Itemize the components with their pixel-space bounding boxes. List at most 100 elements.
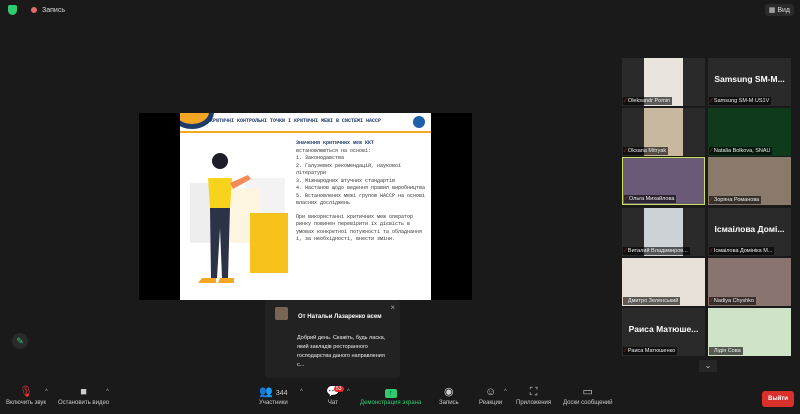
chat-notification[interactable]: От Натальи Лазаренко всем Добрий день. С… — [265, 300, 400, 378]
muted-mic-icon: ⁄ — [711, 98, 712, 104]
recording-icon — [31, 7, 37, 13]
participant-name: ⁄ Раиса Матюшенко — [623, 347, 678, 355]
chat-caret[interactable]: ^ — [347, 389, 350, 395]
participant-name-label: Natalia Bolkova, SNAU — [713, 148, 771, 154]
muted-mic-icon: ⁄ — [625, 148, 626, 154]
participant-name: ⁄ Виталий Владимиров... — [623, 247, 690, 255]
unmute-button[interactable]: 🎙 Включить звук — [6, 384, 46, 406]
participants-caret[interactable]: ^ — [300, 389, 303, 395]
whiteboard-icon: ▭ — [582, 386, 593, 398]
reactions-button[interactable]: ☺ Реакции — [479, 384, 502, 406]
participant-name: ⁄ Natalia Bolkova, SNAU — [709, 147, 773, 155]
slide-body: Значення критичних меж ККТ встановлюютьс… — [296, 140, 431, 244]
reactions-caret[interactable]: ^ — [504, 389, 507, 395]
participant-name-label: Nadiya Chyshko — [713, 298, 754, 304]
chat-message: Добрий день. Скажіть, будь ласка, який з… — [297, 335, 386, 368]
muted-mic-icon: ⁄ — [711, 148, 712, 154]
participant-display-name: Ісмаілова Домі... — [714, 224, 785, 234]
top-bar: Запись ▦ Вид — [0, 0, 800, 20]
record-icon: ◉ — [444, 386, 454, 398]
woman-with-documents-illustration — [190, 153, 288, 283]
close-icon[interactable]: × — [390, 303, 395, 312]
security-shield-icon[interactable] — [8, 5, 17, 15]
participant-tile[interactable]: ⁄ Ольга Михайлова — [622, 157, 705, 205]
participant-tile[interactable]: ⁄ Oksana Mitryak — [622, 108, 705, 156]
annotate-pencil-button[interactable]: ✎ — [12, 333, 28, 349]
meeting-toolbar: 🎙 Включить звук ^ ■ Остановить видео ^ 👥 3… — [0, 380, 800, 414]
muted-mic-icon: 🎙 — [19, 386, 33, 398]
audio-options-caret[interactable]: ^ — [45, 389, 48, 395]
participant-tile[interactable]: ⁄ Виталий Владимиров... — [622, 208, 705, 256]
reaction-smiley-icon: ☺ — [484, 386, 497, 398]
participant-tile[interactable]: ⁄ Лідія Сова — [708, 308, 791, 356]
slide-item: 5. Встановлених межі групою НАССР на осн… — [296, 192, 426, 207]
participant-tile[interactable]: Samsung SM-M... ⁄ Samsung SM-M US1V — [708, 58, 791, 106]
record-button[interactable]: ◉ Запись — [439, 384, 459, 406]
share-screen-button[interactable]: ↑ Демонстрация экрана — [360, 384, 421, 406]
share-screen-icon: ↑ — [360, 384, 421, 400]
slide-item: 1. Законодавства — [296, 155, 345, 161]
participant-name-label: Ольга Михайлова — [628, 196, 675, 202]
muted-mic-icon: ⁄ — [626, 196, 627, 202]
chat-unread-badge: 53 — [334, 386, 344, 392]
apps-label: Приложения — [516, 400, 552, 406]
participant-name: ⁄ Nadiya Chyshko — [709, 297, 756, 305]
participant-name: ⁄ Зоряна Романова — [709, 196, 762, 204]
participant-name: ⁄ Лідія Сова — [709, 347, 743, 355]
participant-name: ⁄ Samsung SM-M US1V — [709, 97, 772, 105]
muted-mic-icon: ⁄ — [711, 197, 712, 203]
whiteboards-button[interactable]: ▭ Доски сообщений — [563, 384, 613, 406]
slide-heading: Значення критичних меж ККТ — [296, 140, 375, 146]
chevron-down-icon[interactable]: ⌄ — [699, 360, 717, 372]
unmute-label: Включить звук — [6, 400, 47, 406]
participant-tile[interactable]: ⁄ Зоряна Романова — [708, 157, 791, 205]
muted-mic-icon: ⁄ — [711, 298, 712, 304]
sender-avatar — [275, 307, 288, 320]
participant-tile[interactable]: ⁄ Nadiya Chyshko — [708, 258, 791, 306]
whiteboards-label: Доски сообщений — [563, 400, 613, 406]
participant-name-label: Зоряна Романова — [713, 197, 760, 203]
record-label: Запись — [439, 400, 459, 406]
muted-mic-icon: ⁄ — [625, 348, 626, 354]
participant-name-label: Дмитро Зеленський — [627, 298, 679, 304]
slide-logo-icon — [413, 116, 425, 128]
participants-button[interactable]: 👥 344 Участники — [259, 384, 288, 406]
participants-icon: 👥 344 — [259, 386, 288, 398]
slide-intro: встановлюються на основі: — [296, 147, 372, 154]
slide-title: КРИТИЧНІ КОНТРОЛЬНІ ТОЧКИ І КРИТИЧНІ МЕЖ… — [210, 118, 382, 124]
muted-mic-icon: ⁄ — [711, 348, 712, 354]
participant-name: ⁄ Oleksandr Pomin — [623, 97, 673, 105]
video-options-caret[interactable]: ^ — [106, 389, 109, 395]
stop-video-label: Остановить видео — [58, 400, 110, 406]
slide-item: 4. Настанов щодо ведення правил виробниц… — [296, 185, 426, 191]
participant-tile[interactable]: ⁄ Oleksandr Pomin — [622, 58, 705, 106]
participant-tile[interactable]: Ісмаілова Домі... ⁄ Ісмаілова Домініка М..… — [708, 208, 791, 256]
stop-video-button[interactable]: ■ Остановить видео — [58, 384, 109, 406]
participant-name-label: Ісмаілова Домініка М... — [713, 248, 773, 254]
muted-mic-icon: ⁄ — [625, 298, 626, 304]
participant-name-label: Oksana Mitryak — [627, 148, 667, 154]
view-button[interactable]: ▦ Вид — [764, 4, 794, 16]
video-camera-icon: ■ — [80, 386, 87, 398]
participants-count: 344 — [275, 390, 288, 397]
participant-name-label: Раиса Матюшенко — [627, 348, 676, 354]
apps-button[interactable]: ⛶ Приложения — [516, 384, 551, 406]
apps-icon: ⛶ — [529, 386, 538, 398]
participant-display-name: Samsung SM-M... — [714, 74, 785, 84]
participant-name: ⁄ Ісмаілова Домініка М... — [709, 247, 775, 255]
slide-item: 3. Міжнародних штучних стандартів — [296, 177, 396, 184]
chat-sender: От Натальи Лазаренко всем — [298, 314, 382, 320]
participant-name: ⁄ Ольга Михайлова — [624, 195, 677, 203]
slide-item: 2. Галузевих рекомендацій, наукової літе… — [296, 162, 402, 177]
participant-tile[interactable]: ⁄ Дмитро Зеленський — [622, 258, 705, 306]
participant-display-name: Раиса Матюше... — [628, 324, 699, 334]
reactions-label: Реакции — [479, 400, 503, 406]
participant-tile[interactable]: ⁄ Natalia Bolkova, SNAU — [708, 108, 791, 156]
muted-mic-icon: ⁄ — [711, 248, 712, 254]
leave-button[interactable]: Выйти — [762, 391, 794, 407]
participant-tile[interactable]: Раиса Матюше... ⁄ Раиса Матюшенко — [622, 308, 705, 356]
shared-screen: КРИТИЧНІ КОНТРОЛЬНІ ТОЧКИ І КРИТИЧНІ МЕЖ… — [139, 113, 472, 300]
participants-label: Участники — [259, 400, 288, 406]
participant-name-label: Виталий Владимиров... — [627, 248, 688, 254]
view-label: Вид — [777, 7, 790, 14]
